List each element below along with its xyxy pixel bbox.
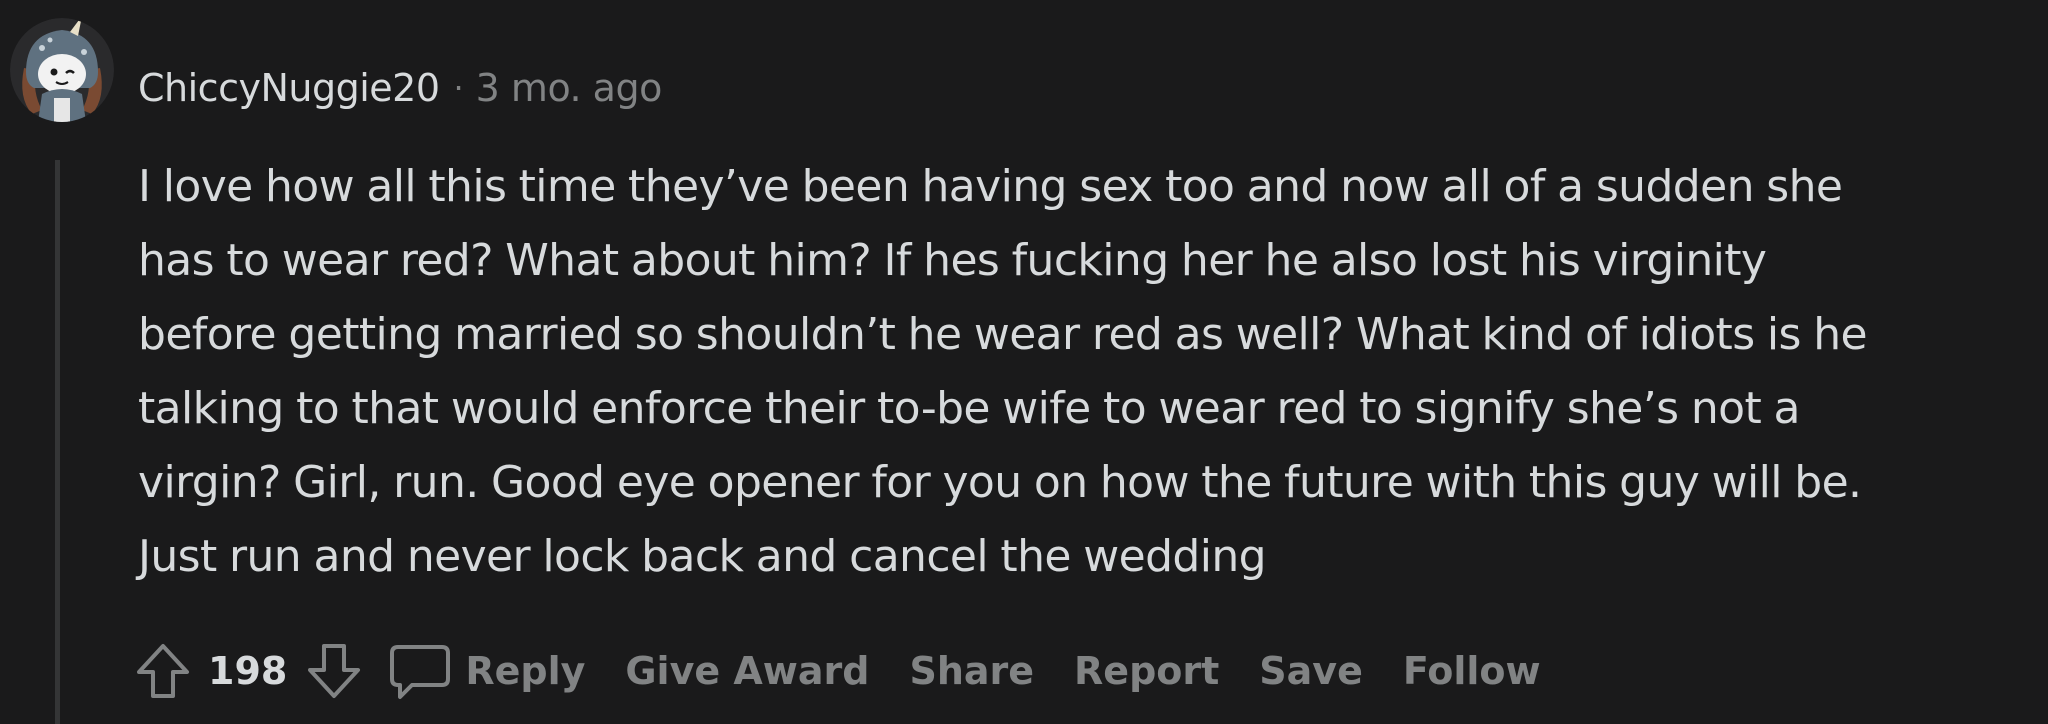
reply-icon-wrap	[385, 638, 455, 704]
upvote-arrow-icon	[137, 644, 189, 698]
give-award-button[interactable]: Give Award	[605, 638, 889, 704]
downvote-button[interactable]	[301, 638, 367, 704]
comment-timestamp[interactable]: 3 mo. ago	[476, 66, 663, 110]
reply-button[interactable]: Reply	[385, 638, 605, 704]
comment-text-line: talking to that would enforce their to-b…	[138, 383, 1800, 434]
comment-text-line: before getting married so shouldn’t he w…	[138, 309, 1868, 360]
vote-count: 198	[208, 649, 288, 693]
reply-label: Reply	[465, 649, 586, 693]
comment-text-line: has to wear red? What about him? If hes …	[138, 235, 1767, 286]
meta-separator: ·	[453, 69, 464, 107]
follow-button[interactable]: Follow	[1383, 638, 1561, 704]
thread-collapse-line[interactable]	[55, 160, 60, 724]
comment-meta: ChiccyNuggie20 · 3 mo. ago	[138, 62, 662, 114]
save-button[interactable]: Save	[1239, 638, 1383, 704]
upvote-button[interactable]	[130, 638, 196, 704]
report-button[interactable]: Report	[1054, 638, 1239, 704]
share-button[interactable]: Share	[889, 638, 1054, 704]
comment-action-bar: 198 Reply Give Award Share Report Save F…	[130, 636, 1561, 706]
comment-body: I love how all this time they’ve been ha…	[138, 150, 2028, 594]
comment-text-line: virgin? Girl, run. Good eye opener for y…	[138, 457, 1862, 508]
user-avatar[interactable]	[10, 18, 114, 122]
comment-author[interactable]: ChiccyNuggie20	[138, 66, 440, 110]
snoo-avatar-icon	[10, 18, 114, 122]
comment-text-line: I love how all this time they’ve been ha…	[138, 161, 1843, 212]
comment-text-line: Just run and never lock back and cancel …	[138, 531, 1267, 582]
speech-bubble-icon	[390, 645, 451, 699]
downvote-arrow-icon	[308, 644, 361, 698]
